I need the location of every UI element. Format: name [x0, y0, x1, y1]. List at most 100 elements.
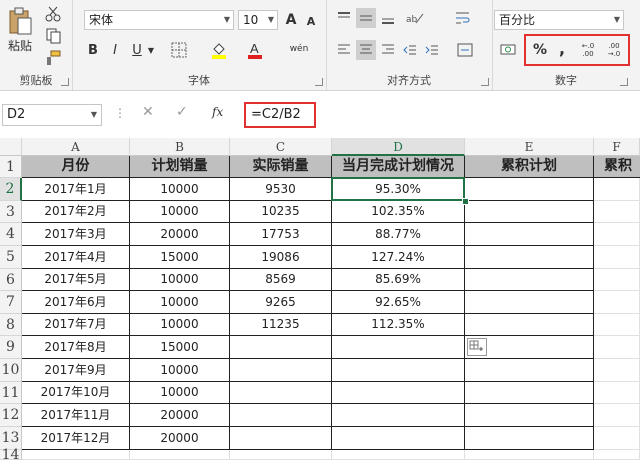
column-header-b[interactable]: B [130, 138, 230, 156]
table-cell[interactable] [332, 404, 465, 427]
table-cell[interactable] [22, 450, 130, 460]
row-header-7[interactable]: 7 [0, 291, 22, 314]
table-cell[interactable]: 2017年12月 [22, 427, 130, 450]
table-header-cell[interactable]: 累积 [594, 156, 640, 178]
italic-button[interactable]: I [106, 40, 124, 60]
table-cell[interactable] [230, 336, 332, 359]
row-header-5[interactable]: 5 [0, 246, 22, 269]
number-format-select[interactable]: 百分比 ▼ [494, 10, 624, 30]
table-cell[interactable]: 20000 [130, 427, 230, 450]
table-cell[interactable]: 9265 [230, 291, 332, 314]
table-cell[interactable]: 10000 [130, 269, 230, 291]
table-cell[interactable]: 10000 [130, 382, 230, 404]
column-header-f[interactable]: F [594, 138, 640, 156]
cancel-icon[interactable]: ✕ [142, 104, 154, 120]
table-header-cell[interactable]: 计划销量 [130, 156, 230, 178]
table-cell[interactable] [594, 314, 640, 336]
table-cell[interactable] [594, 201, 640, 223]
table-cell[interactable] [594, 336, 640, 359]
row-header-1[interactable]: 1 [0, 156, 22, 178]
table-cell[interactable]: 17753 [230, 223, 332, 246]
table-cell[interactable]: 2017年2月 [22, 201, 130, 223]
formula-input[interactable]: =C2/B2 [244, 102, 316, 128]
fill-color-icon[interactable] [208, 40, 230, 60]
table-cell[interactable] [465, 269, 594, 291]
column-header-e[interactable]: E [465, 138, 594, 156]
copy-icon[interactable] [42, 26, 68, 46]
table-cell[interactable]: 85.69% [332, 269, 465, 291]
table-header-cell[interactable]: 实际销量 [230, 156, 332, 178]
row-header-6[interactable]: 6 [0, 269, 22, 291]
table-cell[interactable]: 8569 [230, 269, 332, 291]
grow-font-button[interactable]: A [282, 10, 300, 30]
table-cell[interactable] [465, 314, 594, 336]
column-header-c[interactable]: C [230, 138, 332, 156]
quick-analysis-icon[interactable] [467, 338, 487, 356]
orientation-icon[interactable]: ab [402, 8, 428, 28]
table-cell[interactable] [465, 427, 594, 450]
table-cell[interactable] [594, 246, 640, 269]
table-cell[interactable] [130, 450, 230, 460]
table-cell[interactable]: 112.35% [332, 314, 465, 336]
font-name-select[interactable]: 宋体 ▼ [84, 10, 234, 30]
column-header-a[interactable]: A [22, 138, 130, 156]
table-cell[interactable]: 2017年7月 [22, 314, 130, 336]
table-cell[interactable]: 2017年8月 [22, 336, 130, 359]
table-cell[interactable] [465, 291, 594, 314]
decrease-indent-icon[interactable] [400, 40, 420, 60]
align-left-icon[interactable] [334, 40, 354, 60]
align-top-icon[interactable] [334, 8, 354, 28]
percent-style-button[interactable]: % [530, 40, 550, 60]
table-cell[interactable]: 2017年6月 [22, 291, 130, 314]
table-cell[interactable] [230, 404, 332, 427]
shrink-font-button[interactable]: A [302, 12, 320, 30]
table-cell[interactable]: 10235 [230, 201, 332, 223]
table-cell[interactable]: 15000 [130, 246, 230, 269]
table-cell[interactable] [465, 246, 594, 269]
table-cell[interactable] [332, 382, 465, 404]
table-cell[interactable] [332, 359, 465, 382]
table-header-cell[interactable]: 月份 [22, 156, 130, 178]
table-cell[interactable]: 9530 [230, 178, 332, 201]
table-cell[interactable]: 2017年11月 [22, 404, 130, 427]
table-cell[interactable]: 102.35% [332, 201, 465, 223]
table-cell[interactable] [230, 427, 332, 450]
table-cell[interactable]: 127.24% [332, 246, 465, 269]
row-header-8[interactable]: 8 [0, 314, 22, 336]
align-center-icon[interactable] [356, 40, 376, 60]
table-cell[interactable] [332, 336, 465, 359]
table-cell[interactable]: 88.77% [332, 223, 465, 246]
bold-button[interactable]: B [84, 40, 102, 60]
table-cell[interactable]: 20000 [130, 404, 230, 427]
align-middle-icon[interactable] [356, 8, 376, 28]
table-cell[interactable]: 11235 [230, 314, 332, 336]
row-header-3[interactable]: 3 [0, 201, 22, 223]
table-cell[interactable]: 10000 [130, 178, 230, 201]
table-cell[interactable] [465, 223, 594, 246]
font-color-icon[interactable]: A [244, 40, 266, 60]
select-all-corner[interactable] [0, 138, 22, 156]
table-cell[interactable]: 10000 [130, 359, 230, 382]
row-header-11[interactable]: 11 [0, 382, 22, 404]
table-cell[interactable]: 19086 [230, 246, 332, 269]
table-cell[interactable]: 15000 [130, 336, 230, 359]
phonetic-button[interactable]: wén [286, 38, 312, 60]
format-painter-icon[interactable] [42, 48, 64, 68]
column-header-d[interactable]: D [332, 138, 465, 156]
table-cell[interactable]: 10000 [130, 291, 230, 314]
row-header-9[interactable]: 9 [0, 336, 22, 359]
table-cell[interactable]: 2017年10月 [22, 382, 130, 404]
table-cell[interactable] [465, 382, 594, 404]
row-header-2[interactable]: 2 [0, 178, 22, 201]
table-cell[interactable] [230, 359, 332, 382]
table-cell[interactable]: 20000 [130, 223, 230, 246]
insert-function-icon[interactable]: fx [212, 105, 223, 119]
table-cell[interactable] [594, 269, 640, 291]
table-cell[interactable] [594, 450, 640, 460]
table-cell[interactable] [594, 359, 640, 382]
increase-indent-icon[interactable] [422, 40, 442, 60]
table-cell[interactable] [332, 427, 465, 450]
table-cell[interactable]: 2017年4月 [22, 246, 130, 269]
table-header-cell[interactable]: 当月完成计划情况 [332, 156, 465, 178]
table-cell[interactable] [594, 178, 640, 201]
